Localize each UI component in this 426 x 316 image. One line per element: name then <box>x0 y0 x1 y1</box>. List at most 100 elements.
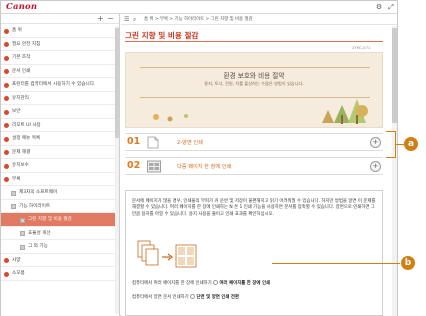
expand-icon[interactable]: ⤢ <box>387 3 395 11</box>
bullet-icon <box>4 82 9 88</box>
brand-logo[interactable]: Canon <box>6 2 37 12</box>
multipage-icon <box>147 160 161 173</box>
expand-section-button[interactable]: + <box>370 161 381 172</box>
breadcrumb: ☰ ⌕ 홈 위 > 부록 > 기능 하이라이트 > 그린 지향 및 비용 절감 <box>121 14 397 25</box>
sidebar-item-label: 사양 <box>12 257 21 263</box>
callout-b-leader <box>272 263 400 265</box>
eco-banner: 환경 보호와 비용 절약 용지, 토너, 전원, 치를 플상하는 수많은 방법이… <box>125 52 383 128</box>
callout-a-leader <box>396 144 404 146</box>
search-icon[interactable]: ⌕ <box>133 14 136 25</box>
sidebar-item[interactable]: 제3자의 소프트웨어 <box>1 186 119 200</box>
sidebar-item[interactable]: 기본 조작 <box>1 51 119 65</box>
sidebar-item[interactable]: 보안 <box>1 105 119 119</box>
expand-section-button[interactable]: + <box>370 137 381 148</box>
menu-icon[interactable]: ☰ <box>124 14 129 25</box>
sidebar-item[interactable]: 효율성 개선 <box>1 227 119 240</box>
content-pane: ☰ ⌕ 홈 위 > 부록 > 기능 하이라이트 > 그린 지향 및 비용 절감 … <box>121 14 397 316</box>
step-number: 02 <box>127 160 141 171</box>
sidebar-item[interactable]: 설정 메뉴 목록 <box>1 132 119 146</box>
sidebar-item[interactable]: 문서 인쇄 <box>1 65 119 78</box>
breadcrumb-text[interactable]: 홈 위 > 부록 > 기능 하이라이트 > 그린 지향 및 비용 절감 <box>144 14 253 25</box>
sidebar-item[interactable]: 부록 <box>1 173 119 186</box>
bullet-icon <box>4 177 9 182</box>
page-icon <box>20 217 25 223</box>
sidebar-item[interactable]: 그린 지향 및 비용 절감 <box>1 213 119 227</box>
bullet-icon <box>4 109 9 115</box>
sidebar-item[interactable]: 문제 해결 <box>1 146 119 159</box>
bullet-icon <box>4 28 9 34</box>
sidebar-scroll-thumb[interactable] <box>115 28 119 138</box>
sidebar-item-label: 보안 <box>12 109 21 114</box>
sidebar-tree: 홈 위필요 안전 지침기본 조작문서 인쇄프린터를 컴퓨터에서 사용하기 수 있… <box>1 24 119 281</box>
link-arrow-icon <box>213 280 219 285</box>
sidebar-item[interactable]: 소모품 <box>1 267 119 281</box>
bullet-icon <box>4 42 9 47</box>
bullet-icon <box>4 150 9 155</box>
sidebar-item[interactable]: 기능 하이라이트 <box>1 200 119 213</box>
sidebar-item-label: 기본 조작 <box>12 55 31 60</box>
sidebar-item[interactable]: 사양 <box>1 254 119 267</box>
sidebar-item-label: 소모품 <box>12 271 25 276</box>
bullet-icon <box>4 136 9 142</box>
sidebar-item-label: 부록 <box>12 176 21 182</box>
sidebar-item-label: 유지관리 <box>12 95 29 101</box>
sidebar-item[interactable]: 리모트 UI 사용 <box>1 119 119 132</box>
sidebar-toolbar: + − <box>1 14 119 24</box>
doc-id: 2Y9C-071 <box>352 45 371 50</box>
sidebar-item-label: 설정 메뉴 목록 <box>12 136 41 141</box>
step-label[interactable]: 2-양면 인쇄 <box>177 139 203 146</box>
sidebar-item-label: 기능 하이라이트 <box>19 203 51 209</box>
sidebar-item-label: 제3자의 소프트웨어 <box>19 190 58 195</box>
bullet-icon <box>4 69 9 74</box>
step-label[interactable]: 다중 페이지 한 장에 인쇄 <box>177 163 231 170</box>
page-icon <box>20 231 25 236</box>
page-icon <box>20 244 25 250</box>
callout-b: b <box>401 256 415 270</box>
banner-illustration <box>126 53 382 127</box>
step-number: 01 <box>127 136 141 147</box>
bullet-icon <box>4 96 9 101</box>
nup-line-prefix: 컴퓨터에서 여러 페이지를 한 장에 인쇄하기 <box>132 281 212 286</box>
sidebar: + − 홈 위필요 안전 지침기본 조작문서 인쇄프린터를 컴퓨터에서 사용하기… <box>1 14 120 316</box>
section-duplex-printing[interactable]: 01 2-양면 인쇄 + <box>125 133 383 151</box>
bullet-icon <box>4 271 9 277</box>
banner-subtitle: 용지, 토너, 전원, 치를 플상하는 수많은 방법이 있습니다. <box>204 81 304 86</box>
sidebar-item[interactable]: 그 외 기능 <box>1 240 119 254</box>
nup-link[interactable]: 여러 페이지를 한 장에 인쇄 <box>220 281 271 286</box>
expand-all-button[interactable]: + <box>97 14 104 23</box>
sidebar-item-label: 문제 해결 <box>12 149 31 155</box>
sidebar-item-label: 그린 지향 및 비용 절감 <box>28 217 72 222</box>
duplex-link[interactable]: 단면 및 양면 인쇄 전환 <box>197 295 239 300</box>
sidebar-item-label: 필요 안전 지침 <box>12 41 41 47</box>
sidebar-item-label: 문서 인쇄 <box>12 68 31 74</box>
gear-icon[interactable]: ⚙ <box>375 3 383 11</box>
sidebar-item[interactable]: 홈 위 <box>1 24 119 38</box>
link-arrow-icon <box>190 294 196 299</box>
top-header: Canon ⚙ ⤢ <box>1 1 397 14</box>
duplex-link-line: 컴퓨터에서 양면 문서 인쇄하기 단면 및 양면 인쇄 전환 <box>132 294 239 300</box>
folder-icon <box>11 204 16 209</box>
page-title: 그린 지향 및 비용 절감 <box>125 31 199 40</box>
sidebar-item[interactable]: 필요 안전 지침 <box>1 38 119 51</box>
sidebar-item[interactable]: 유지보수 <box>1 159 119 173</box>
content-scroll-thumb[interactable] <box>392 28 397 123</box>
folder-icon <box>11 190 16 196</box>
collapse-all-button[interactable]: − <box>107 14 114 23</box>
bullet-icon <box>4 163 9 169</box>
callout-a: a <box>404 137 418 151</box>
content-scrollbar[interactable] <box>392 26 397 316</box>
nup-link-line: 컴퓨터에서 여러 페이지를 한 장에 인쇄하기 여러 페이지를 한 장에 인쇄 <box>132 280 270 286</box>
sidebar-item-label: 리모트 UI 사용 <box>12 122 41 128</box>
sidebar-scrollbar[interactable] <box>115 26 119 314</box>
sidebar-item-label: 프린터를 컴퓨터에서 사용하기 수 있습니다. <box>12 82 96 87</box>
callout-a-bracket <box>386 131 396 158</box>
title-divider <box>125 41 383 42</box>
bullet-icon <box>4 258 9 263</box>
duplex-line-prefix: 컴퓨터에서 양면 문서 인쇄하기 <box>132 295 189 300</box>
sidebar-item[interactable]: 유지관리 <box>1 92 119 105</box>
sidebar-item[interactable]: 프린터를 컴퓨터에서 사용하기 수 있습니다. <box>1 78 119 92</box>
help-window: Canon ⚙ ⤢ + − 홈 위필요 안전 지침기본 조작문서 인쇄프린터를 … <box>0 0 398 316</box>
duplex-page-icon <box>147 136 159 149</box>
section-multipage-printing[interactable]: 02 다중 페이지 한 장에 인쇄 + <box>125 157 383 175</box>
nup-illustration <box>137 240 197 268</box>
